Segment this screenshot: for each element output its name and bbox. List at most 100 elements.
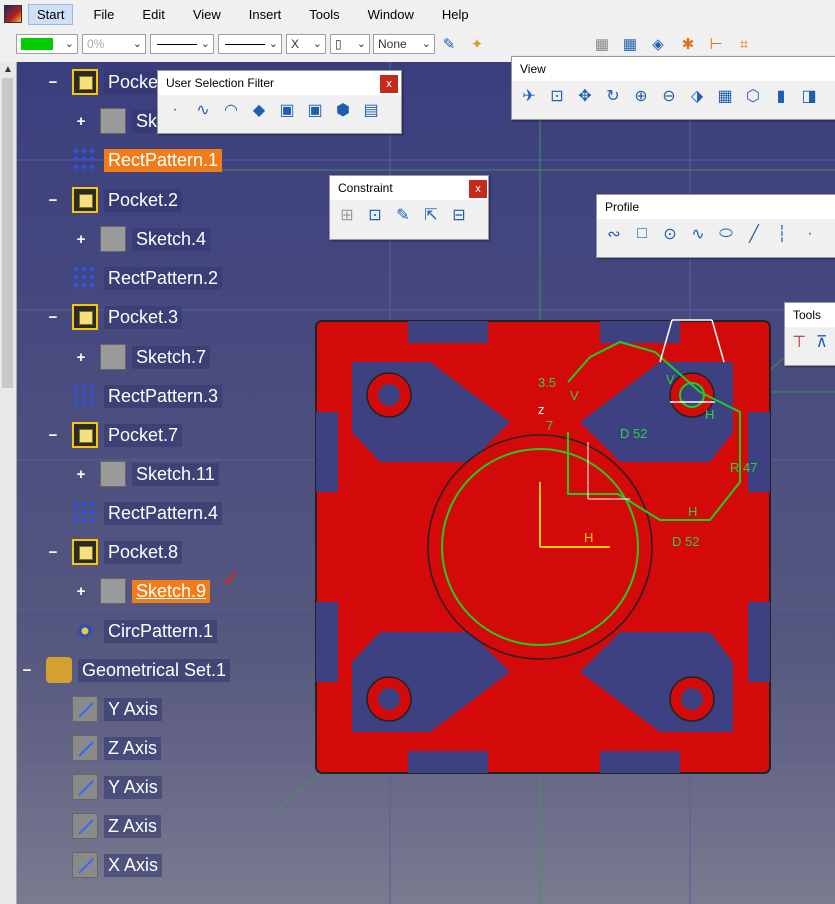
pocket-icon[interactable]	[72, 304, 98, 330]
pattern-icon[interactable]	[72, 265, 98, 291]
rotate-icon[interactable]: ↻	[602, 85, 624, 107]
axis-icon[interactable]	[72, 852, 98, 878]
line-thickness-select[interactable]: ⌄	[218, 34, 282, 54]
collapse-icon[interactable]: −	[46, 74, 60, 91]
color-select[interactable]: ⌄	[16, 34, 78, 54]
render-style-select[interactable]: ▯ ⌄	[330, 34, 370, 54]
expand-icon[interactable]: +	[74, 113, 88, 130]
panel-title[interactable]: Profile	[597, 195, 835, 219]
tree-node[interactable]: X Axis	[72, 851, 163, 879]
pocket-icon[interactable]	[72, 422, 98, 448]
tree-node[interactable]: RectPattern.3	[72, 382, 223, 410]
axis-icon[interactable]	[72, 696, 98, 722]
tree-node[interactable]: Y Axis	[72, 695, 162, 723]
tree-node-label[interactable]: Sketch.11	[132, 462, 219, 486]
menu-tools[interactable]: Tools	[301, 5, 347, 24]
profile-icon[interactable]: ∾	[603, 223, 625, 245]
hide-show-icon[interactable]: ◨	[798, 85, 820, 107]
pattern-icon[interactable]	[72, 383, 98, 409]
fix-together-icon[interactable]: ✎	[392, 204, 414, 226]
axis-icon[interactable]: ┆	[771, 223, 793, 245]
tree-node-label[interactable]: RectPattern.1	[104, 148, 223, 172]
panel-title[interactable]: Constraint	[330, 176, 488, 200]
ellipse-icon[interactable]: ⬭	[715, 223, 737, 245]
tree-node-label[interactable]: Z Axis	[104, 814, 162, 838]
tree-node-label[interactable]: RectPattern.3	[104, 384, 223, 408]
sketch-icon[interactable]	[100, 461, 126, 487]
fly-mode-icon[interactable]: ✈	[518, 85, 540, 107]
tree-scrollbar[interactable]: ▲	[0, 62, 17, 904]
panel-title[interactable]: View	[512, 57, 835, 81]
zoom-out-icon[interactable]: ⊖	[658, 85, 680, 107]
tree-node[interactable]: Pocket.3	[72, 303, 183, 331]
tree-node[interactable]: Geometrical Set.1	[46, 656, 231, 684]
tree-node-label[interactable]: Sketch.9	[132, 579, 211, 603]
auto-constraint-icon[interactable]: ⇱	[420, 204, 442, 226]
circ-pattern-icon[interactable]	[72, 618, 98, 644]
menu-file[interactable]: File	[85, 5, 122, 24]
tree-node[interactable]: Z Axis	[72, 812, 162, 840]
cut-plane-icon[interactable]: ◈	[648, 34, 668, 54]
pocket-icon[interactable]	[72, 69, 98, 95]
isometric-view-icon[interactable]: ⬡	[742, 85, 764, 107]
menu-window[interactable]: Window	[360, 5, 422, 24]
magic-wand-icon[interactable]: ✦	[467, 34, 487, 54]
panel-title[interactable]: User Selection Filter	[158, 71, 401, 95]
axis-icon[interactable]	[72, 774, 98, 800]
animate-constraint-icon[interactable]: ⊟	[448, 204, 470, 226]
layer-select[interactable]: None ⌄	[373, 34, 435, 54]
point-filter-icon[interactable]: ·	[164, 99, 186, 121]
tree-node[interactable]: Pocke	[72, 68, 163, 96]
tree-node[interactable]: Sk	[100, 107, 162, 135]
circle-icon[interactable]: ⊙	[659, 223, 681, 245]
panel-title[interactable]: Tools	[785, 303, 835, 327]
tree-node-label[interactable]: Pocket.3	[104, 305, 183, 329]
tree-node-label[interactable]: Pocket.8	[104, 540, 183, 564]
tree-node[interactable]: RectPattern.1	[72, 146, 223, 174]
sketch-icon[interactable]	[100, 108, 126, 134]
constraint-tool-icon[interactable]: ⊢	[706, 34, 726, 54]
pocket-icon[interactable]	[72, 187, 98, 213]
tree-node[interactable]: CircPattern.1	[72, 617, 218, 645]
transparency-select[interactable]: 0% ⌄	[82, 34, 146, 54]
tree-node[interactable]: Z Axis	[72, 734, 162, 762]
tree-node-label[interactable]: Pocke	[104, 70, 163, 94]
menu-edit[interactable]: Edit	[134, 5, 172, 24]
close-button[interactable]: x	[469, 180, 487, 198]
tree-node[interactable]: Sketch.9	[100, 577, 211, 605]
tree-node-label[interactable]: X Axis	[104, 853, 163, 877]
sketch-icon[interactable]	[100, 578, 126, 604]
sketch-analysis-icon[interactable]: ⊼	[814, 331, 831, 353]
menu-start[interactable]: Start	[28, 3, 74, 25]
expand-icon[interactable]: +	[74, 466, 88, 483]
rectangle-icon[interactable]: □	[631, 223, 653, 245]
constraint-icon[interactable]: ⊡	[364, 204, 386, 226]
scroll-up-arrow-icon[interactable]: ▲	[3, 64, 13, 75]
tree-node-label[interactable]: Pocket.2	[104, 188, 183, 212]
axis-icon[interactable]	[72, 735, 98, 761]
tree-node[interactable]: Pocket.7	[72, 421, 183, 449]
collapse-icon[interactable]: −	[46, 544, 60, 561]
point-symbol-select[interactable]: X ⌄	[286, 34, 326, 54]
tree-node-label[interactable]: Y Axis	[104, 775, 162, 799]
surface-filter-icon[interactable]: ◠	[220, 99, 242, 121]
tree-node-label[interactable]: RectPattern.4	[104, 501, 223, 525]
shading-icon[interactable]: ▮	[770, 85, 792, 107]
tree-node-label[interactable]: CircPattern.1	[104, 619, 218, 643]
pattern-icon[interactable]	[72, 500, 98, 526]
geometrical-element-filter-icon[interactable]: ▣	[304, 99, 326, 121]
quick-select-icon[interactable]: ⬢	[332, 99, 354, 121]
tree-node-label[interactable]: Z Axis	[104, 736, 162, 760]
collapse-icon[interactable]: −	[46, 309, 60, 326]
close-button[interactable]: x	[380, 75, 398, 93]
collapse-icon[interactable]: −	[20, 662, 34, 679]
pan-icon[interactable]: ✥	[574, 85, 596, 107]
expand-icon[interactable]: +	[74, 231, 88, 248]
tree-node[interactable]: Y Axis	[72, 773, 162, 801]
expand-icon[interactable]: +	[74, 349, 88, 366]
tree-node[interactable]: RectPattern.4	[72, 499, 223, 527]
tree-node[interactable]: RectPattern.2	[72, 264, 223, 292]
point-icon[interactable]: ·	[799, 223, 821, 245]
paint-brush-icon[interactable]: ✎	[439, 34, 459, 54]
fit-all-in-icon[interactable]: ⊡	[546, 85, 568, 107]
